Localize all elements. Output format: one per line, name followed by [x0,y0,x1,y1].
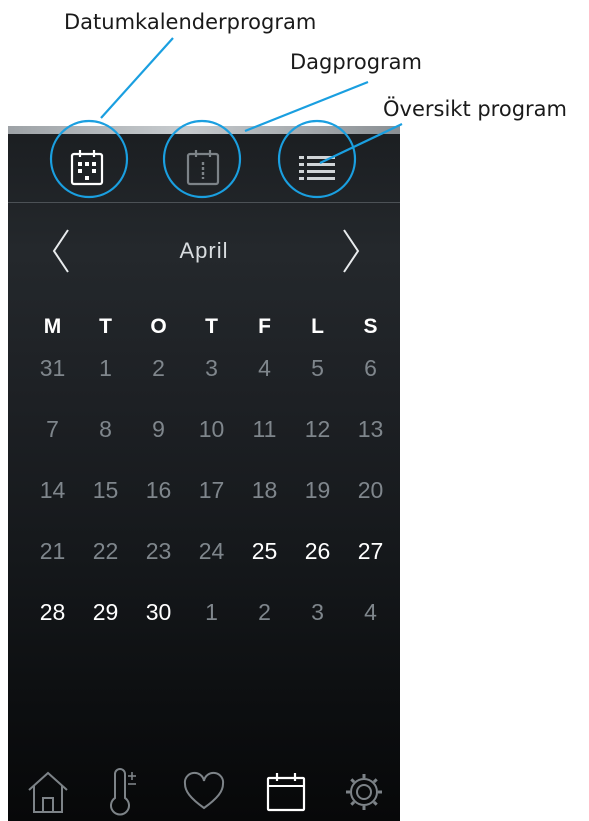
calendar-week-row: 7 8 9 10 11 12 13 [26,409,398,470]
calendar-day[interactable]: 28 [26,592,79,653]
list-icon[interactable] [297,152,337,184]
calendar-day[interactable]: 19 [291,470,344,531]
home-icon[interactable] [26,768,70,816]
bottom-navigation [8,758,400,818]
calendar-day[interactable]: 2 [132,348,185,409]
calendar-day[interactable]: 23 [132,531,185,592]
calendar-day[interactable]: 9 [132,409,185,470]
calendar-day[interactable]: 7 [26,409,79,470]
calendar-day[interactable]: 18 [238,470,291,531]
calendar-day[interactable]: 14 [26,470,79,531]
calendar-day[interactable]: 27 [344,531,397,592]
calendar-day[interactable]: 22 [79,531,132,592]
calendar-weeks: 31 1 2 3 4 5 6 7 8 9 10 11 12 13 14 15 1… [26,348,398,653]
calendar-week-row: 31 1 2 3 4 5 6 [26,348,398,409]
gear-icon[interactable] [342,768,386,816]
program-toolbar [8,134,400,203]
calendar-icon[interactable] [264,768,308,816]
calendar-day[interactable]: 29 [79,592,132,653]
calendar-day[interactable]: 2 [238,592,291,653]
weekday-label: S [363,315,378,338]
calendar-day[interactable]: 24 [185,531,238,592]
calendar-day[interactable]: 4 [238,348,291,409]
calendar-day[interactable]: 3 [185,348,238,409]
calendar-week-row: 28 29 30 1 2 3 4 [26,592,398,653]
leader-line-date-calendar [100,37,174,119]
chevron-right-icon[interactable] [340,228,362,274]
thermometer-icon[interactable] [101,768,145,816]
weekday-label: F [258,315,271,338]
calendar-day[interactable]: 13 [344,409,397,470]
calendar-day[interactable]: 20 [344,470,397,531]
calendar-week-row: 14 15 16 17 18 19 20 [26,470,398,531]
calendar-day[interactable]: 17 [185,470,238,531]
calendar-day[interactable]: 6 [344,348,397,409]
calendar-day[interactable]: 31 [26,348,79,409]
calendar-day[interactable]: 3 [291,592,344,653]
annotation-day-program: Dagprogram [290,50,423,74]
calendar-week-row: 21 22 23 24 25 26 27 [26,531,398,592]
weekday-header: M T O T F L S [26,312,398,348]
calendar-day[interactable]: 1 [185,592,238,653]
calendar-day[interactable]: 5 [291,348,344,409]
heart-icon[interactable] [182,768,226,816]
calendar-date-icon[interactable] [70,148,104,186]
calendar-day[interactable]: 25 [238,531,291,592]
device-screen: April M T O T F L S 31 1 2 3 4 5 6 7 8 9… [8,126,400,821]
calendar-day[interactable]: 21 [26,531,79,592]
calendar-day-icon[interactable] [186,148,220,186]
weekday-label: T [205,315,218,338]
calendar-day[interactable]: 4 [344,592,397,653]
calendar-day[interactable]: 16 [132,470,185,531]
calendar-day[interactable]: 10 [185,409,238,470]
calendar-day[interactable]: 26 [291,531,344,592]
annotation-date-calendar-program: Datumkalenderprogram [64,10,317,34]
calendar-day[interactable]: 11 [238,409,291,470]
calendar-day[interactable]: 1 [79,348,132,409]
calendar-day[interactable]: 8 [79,409,132,470]
leader-line-day-program [244,80,369,133]
annotation-overview-program: Översikt program [383,97,567,121]
calendar-day[interactable]: 30 [132,592,185,653]
weekday-label: T [99,315,112,338]
weekday-label: M [43,315,62,338]
month-selector: April [8,222,400,282]
calendar-day[interactable]: 12 [291,409,344,470]
calendar-grid: M T O T F L S 31 1 2 3 4 5 6 7 8 9 10 11… [26,312,398,653]
toolbar-divider [8,202,400,203]
weekday-label: O [150,315,167,338]
calendar-day[interactable]: 15 [79,470,132,531]
weekday-label: L [311,315,324,338]
